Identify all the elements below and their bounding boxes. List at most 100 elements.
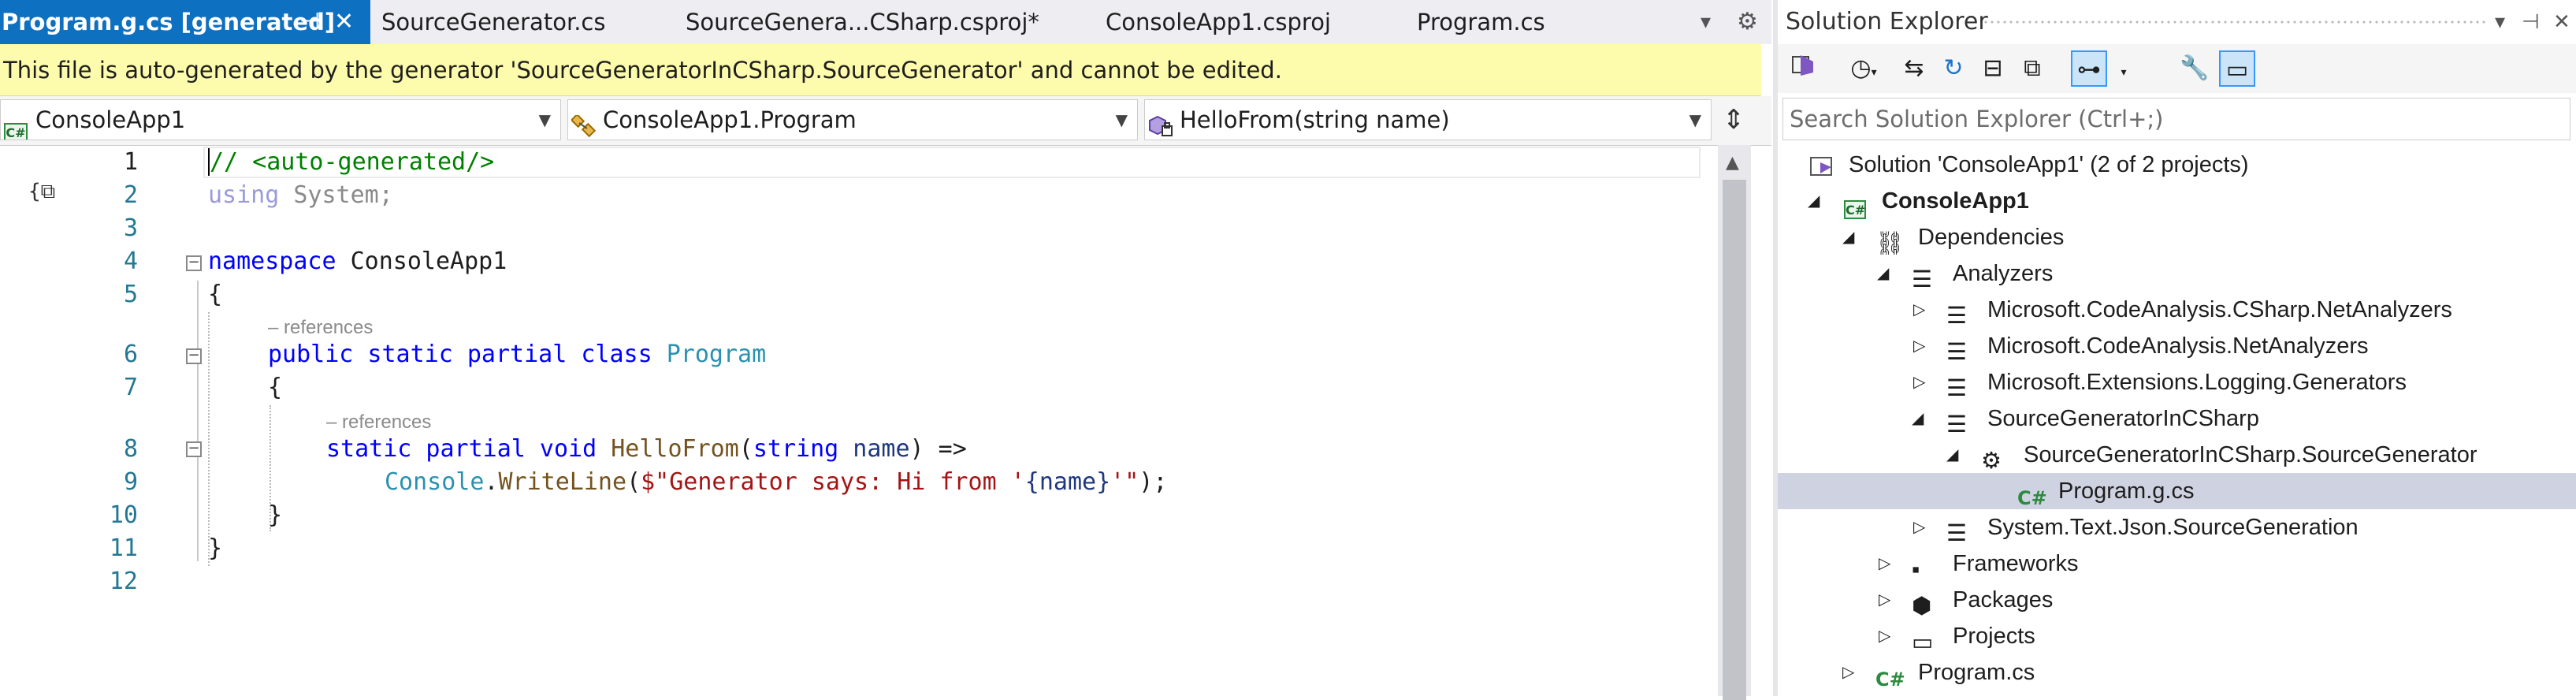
- expanded-arrow-icon[interactable]: ◢: [1912, 400, 1924, 437]
- codelens-references[interactable]: – references: [268, 317, 373, 339]
- expanded-arrow-icon[interactable]: ◢: [1877, 255, 1889, 292]
- collapsed-arrow-icon[interactable]: ▷: [1913, 509, 1925, 545]
- close-icon[interactable]: ✕: [334, 0, 354, 44]
- window-position-dropdown-icon[interactable]: ▾: [2495, 0, 2505, 44]
- properties-wrench-icon[interactable]: 🔧: [2176, 50, 2213, 87]
- collapsed-arrow-icon[interactable]: ▷: [1879, 582, 1890, 618]
- expanded-arrow-icon[interactable]: ◢: [1946, 437, 1958, 473]
- collapsed-arrow-icon[interactable]: ▷: [1879, 545, 1890, 582]
- project-dropdown-label: ConsoleApp1: [35, 106, 186, 133]
- analyzer-icon: ☰: [1946, 376, 1967, 401]
- tab-sourcegenerator-csproj[interactable]: SourceGenera...CSharp.csproj*: [686, 0, 1039, 44]
- collapse-namespace-icon[interactable]: −: [186, 255, 202, 271]
- chevron-down-icon: ▼: [1689, 110, 1701, 129]
- editor-vertical-scrollbar[interactable]: ▲: [1718, 145, 1751, 700]
- pin-icon[interactable]: ⊣: [299, 0, 320, 44]
- tree-item-program-g-cs[interactable]: C# Program.g.cs: [1778, 473, 2576, 509]
- using-directive-icon[interactable]: {⧉: [28, 180, 55, 204]
- type-dropdown[interactable]: ConsoleApp1.Program ▼: [567, 99, 1138, 140]
- line-number: 5: [123, 281, 138, 308]
- nuget-packages-icon: ⬢: [1912, 594, 1932, 619]
- code-editor-pane: Program.g.cs [generated] ⊣ ✕ SourceGener…: [0, 0, 1771, 700]
- line-number: 2: [123, 181, 138, 209]
- line-number: 7: [123, 374, 138, 401]
- line-number: 6: [123, 341, 138, 368]
- collapsed-arrow-icon[interactable]: ▷: [1913, 364, 1925, 400]
- switch-views-icon[interactable]: [1786, 50, 1822, 87]
- gear-icon[interactable]: ⚙: [1737, 0, 1758, 44]
- code-line-8: static partial void HelloFrom(string nam…: [326, 435, 967, 463]
- collapse-all-icon[interactable]: ⊟: [1975, 50, 2011, 87]
- tab-program-cs[interactable]: Program.cs: [1417, 0, 1545, 44]
- code-line-5: {: [208, 281, 223, 308]
- solution-tree: Solution 'ConsoleApp1' (2 of 2 projects)…: [1778, 147, 2576, 696]
- tree-item-analyzers[interactable]: ◢ ☰ Analyzers: [1778, 255, 2576, 292]
- preview-selected-items-icon[interactable]: ▭: [2219, 50, 2255, 87]
- solution-explorer-pane: Solution Explorer ▾ ⊣ ✕ ◷▾ ⇆ ↻ ⊟ ⧉ ⊶ ▾ 🔧…: [1773, 0, 2576, 696]
- member-dropdown[interactable]: HelloFrom(string name) ▼: [1144, 99, 1712, 140]
- generator-gear-icon: ⚙: [1981, 449, 2002, 474]
- code-area[interactable]: 1 2 3 4 5 6 7 8 9 10 11 12 {⧉ − − − // <…: [0, 145, 1718, 696]
- projects-icon: ▭: [1912, 630, 1934, 655]
- sync-with-active-document-icon[interactable]: ⇆: [1896, 50, 1932, 87]
- code-line-6: public static partial class Program: [268, 341, 767, 368]
- auto-hide-pin-icon[interactable]: ⊣: [2522, 0, 2540, 44]
- csharp-project-icon: C#: [1844, 189, 1871, 219]
- collapsed-arrow-icon[interactable]: ▷: [1913, 328, 1925, 364]
- tree-item-project-consoleapp1[interactable]: ◢ C# ConsoleApp1: [1778, 183, 2576, 219]
- tab-program-g-cs[interactable]: Program.g.cs [generated] ⊣ ✕: [0, 0, 370, 44]
- code-line-4: namespace ConsoleApp1: [208, 248, 507, 275]
- pending-changes-filter-icon[interactable]: ◷▾: [1846, 50, 1882, 87]
- code-line-9: Console.WriteLine($"Generator says: Hi f…: [385, 468, 1168, 496]
- refresh-icon[interactable]: ↻: [1935, 50, 1972, 87]
- close-icon[interactable]: ✕: [2553, 0, 2570, 44]
- line-number: 10: [109, 501, 138, 529]
- project-dropdown[interactable]: C# ConsoleApp1 ▼: [0, 99, 561, 140]
- tab-sourcegenerator-cs[interactable]: SourceGenerator.cs: [381, 0, 605, 44]
- collapse-method-icon[interactable]: −: [186, 441, 202, 457]
- tree-item-analyzer[interactable]: ▷ ☰ Microsoft.CodeAnalysis.NetAnalyzers: [1778, 328, 2576, 365]
- tree-item-analyzer[interactable]: ▷ ☰ Microsoft.Extensions.Logging.Generat…: [1778, 364, 2576, 401]
- scrollbar-thumb[interactable]: [1723, 180, 1746, 700]
- tab-label: Program.g.cs [generated]: [2, 9, 336, 35]
- dependencies-icon: ⛓: [1875, 231, 1905, 256]
- tree-item-dependencies[interactable]: ◢ ⛓ Dependencies: [1778, 219, 2576, 256]
- tree-item-analyzer[interactable]: ◢ ☰ SourceGeneratorInCSharp: [1778, 400, 2576, 438]
- analyzer-icon: ☰: [1946, 521, 1967, 546]
- scroll-up-icon[interactable]: ▲: [1726, 153, 1739, 173]
- code-line-10: }: [268, 501, 283, 529]
- tree-item-packages[interactable]: ▷ ⬢ Packages: [1778, 582, 2576, 619]
- line-number: 1: [123, 148, 138, 176]
- line-number: 12: [109, 568, 138, 595]
- collapsed-arrow-icon[interactable]: ▷: [1879, 618, 1890, 654]
- tree-item-solution[interactable]: Solution 'ConsoleApp1' (2 of 2 projects): [1778, 147, 2576, 183]
- tree-item-source-generator[interactable]: ◢ ⚙ SourceGeneratorInCSharp.SourceGenera…: [1778, 437, 2576, 474]
- expanded-arrow-icon[interactable]: ◢: [1842, 219, 1854, 255]
- line-number: 11: [109, 534, 138, 562]
- split-window-icon[interactable]: ⇕: [1716, 102, 1751, 139]
- line-number: 9: [123, 468, 138, 496]
- tree-item-program-cs[interactable]: ▷ C# Program.cs: [1778, 654, 2576, 691]
- tree-item-analyzer[interactable]: ▷ ☰ System.Text.Json.SourceGeneration: [1778, 509, 2576, 546]
- show-all-files-icon[interactable]: ⧉: [2014, 50, 2050, 87]
- collapsed-arrow-icon[interactable]: ▷: [1842, 654, 1854, 691]
- tree-item-frameworks[interactable]: ▷ ▪ Frameworks: [1778, 545, 2576, 583]
- tab-overflow-dropdown-icon[interactable]: ▾: [1701, 0, 1711, 44]
- chevron-down-icon: ▼: [1115, 110, 1128, 129]
- chevron-down-icon: ▼: [538, 110, 551, 129]
- member-dropdown-label: HelloFrom(string name): [1180, 106, 1450, 133]
- collapsed-arrow-icon[interactable]: ▷: [1913, 292, 1925, 328]
- codelens-references[interactable]: – references: [326, 411, 431, 434]
- tree-item-analyzer[interactable]: ▷ ☰ Microsoft.CodeAnalysis.CSharp.NetAna…: [1778, 292, 2576, 329]
- solution-explorer-search-input[interactable]: Search Solution Explorer (Ctrl+;): [1782, 98, 2570, 140]
- tab-consoleapp1-csproj[interactable]: ConsoleApp1.csproj: [1106, 0, 1331, 44]
- show-file-nesting-icon[interactable]: ⊶: [2071, 50, 2107, 87]
- code-line-11: }: [208, 534, 223, 562]
- line-number: 8: [123, 435, 138, 463]
- collapse-class-icon[interactable]: −: [186, 348, 202, 364]
- nesting-dropdown-icon[interactable]: ▾: [2106, 50, 2142, 87]
- panel-drag-grip[interactable]: [1983, 19, 2487, 27]
- tree-item-projects[interactable]: ▷ ▭ Projects: [1778, 618, 2576, 655]
- analyzer-lock-icon: ☰: [1946, 340, 1967, 365]
- expanded-arrow-icon[interactable]: ◢: [1808, 183, 1820, 219]
